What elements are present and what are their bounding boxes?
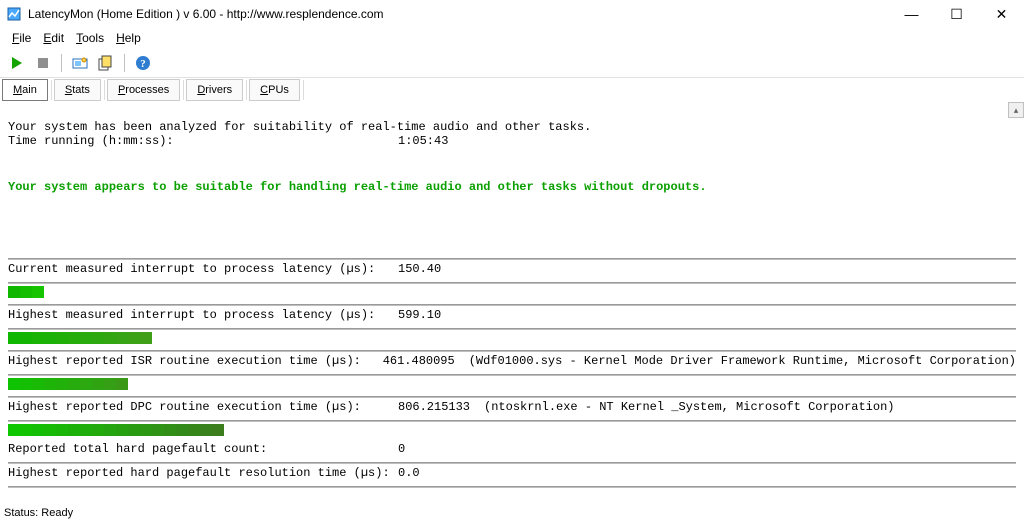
toolbar: ? [0,48,1024,78]
tab-bar: Main Stats Processes Drivers CPUs [0,78,1024,102]
metric-bar [8,378,1016,390]
divider [8,258,1016,260]
divider [8,350,1016,352]
divider [8,396,1016,398]
close-button[interactable]: ✕ [979,0,1024,28]
metric-label: Highest reported DPC routine execution t… [8,400,398,414]
time-running-row: Time running (h:mm:ss): 1:05:43 [8,134,1016,148]
pagefault-count-value: 0 [398,442,405,456]
metric-row: Highest reported DPC routine execution t… [8,400,1016,414]
divider [8,420,1016,422]
metric-label: Current measured interrupt to process la… [8,262,398,276]
help-icon[interactable]: ? [132,52,154,74]
divider [8,374,1016,376]
status-bar: Status: Ready [0,504,1024,522]
status-text: Status: Ready [4,507,73,519]
metric-value: 599.10 [398,308,441,322]
metric-source: (ntoskrnl.exe - NT Kernel _System, Micro… [484,400,894,414]
pagefault-time-label: Highest reported hard pagefault resoluti… [8,466,398,480]
divider [8,282,1016,284]
minimize-button[interactable]: — [889,0,934,28]
metric-bar [8,424,1016,436]
divider [8,462,1016,464]
menu-help[interactable]: Help [110,31,147,45]
metric-bar [8,332,1016,344]
report-headline: Your system has been analyzed for suitab… [8,120,1016,134]
menu-edit[interactable]: Edit [37,31,70,45]
play-icon[interactable] [6,52,28,74]
app-icon [6,6,22,22]
pagefault-time-row: Highest reported hard pagefault resoluti… [8,466,1016,480]
scroll-up-button[interactable]: ▴ [1008,102,1024,118]
metric-row: Highest measured interrupt to process la… [8,308,1016,322]
menu-bar: File Edit Tools Help [0,28,1024,48]
stop-icon[interactable] [32,52,54,74]
time-running-label: Time running (h:mm:ss): [8,134,398,148]
svg-text:?: ? [140,58,146,70]
divider [8,304,1016,306]
metric-label: Highest reported ISR routine execution t… [8,354,383,368]
metric-row: Current measured interrupt to process la… [8,262,1016,276]
metric-row: Highest reported ISR routine execution t… [8,354,1016,368]
metric-label: Highest measured interrupt to process la… [8,308,398,322]
metric-value: 150.40 [398,262,441,276]
tab-cpus[interactable]: CPUs [249,79,300,101]
metric-bar [8,286,1016,298]
window-title: LatencyMon (Home Edition ) v 6.00 - http… [28,7,889,21]
tab-stats[interactable]: Stats [54,79,101,101]
tab-drivers[interactable]: Drivers [186,79,243,101]
verdict-text: Your system appears to be suitable for h… [8,180,1016,194]
menu-tools[interactable]: Tools [70,31,110,45]
menu-file[interactable]: File [6,31,37,45]
maximize-button[interactable]: ☐ [934,0,979,28]
report-panel: ▴ Your system has been analyzed for suit… [0,102,1024,504]
toolbar-separator [124,54,125,72]
metric-source: (Wdf01000.sys - Kernel Mode Driver Frame… [469,354,1016,368]
pagefault-time-value: 0.0 [398,466,420,480]
tab-processes[interactable]: Processes [107,79,180,101]
toolbar-separator [61,54,62,72]
tab-main[interactable]: Main [2,79,48,101]
metric-value: 461.480095 [383,354,455,368]
metric-value: 806.215133 [398,400,470,414]
divider [8,486,1016,488]
screenshot-icon[interactable] [69,52,91,74]
pagefault-count-row: Reported total hard pagefault count: 0 [8,442,1016,456]
title-bar: LatencyMon (Home Edition ) v 6.00 - http… [0,0,1024,28]
copy-icon[interactable] [95,52,117,74]
divider [8,328,1016,330]
pagefault-count-label: Reported total hard pagefault count: [8,442,398,456]
time-running-value: 1:05:43 [398,134,448,148]
